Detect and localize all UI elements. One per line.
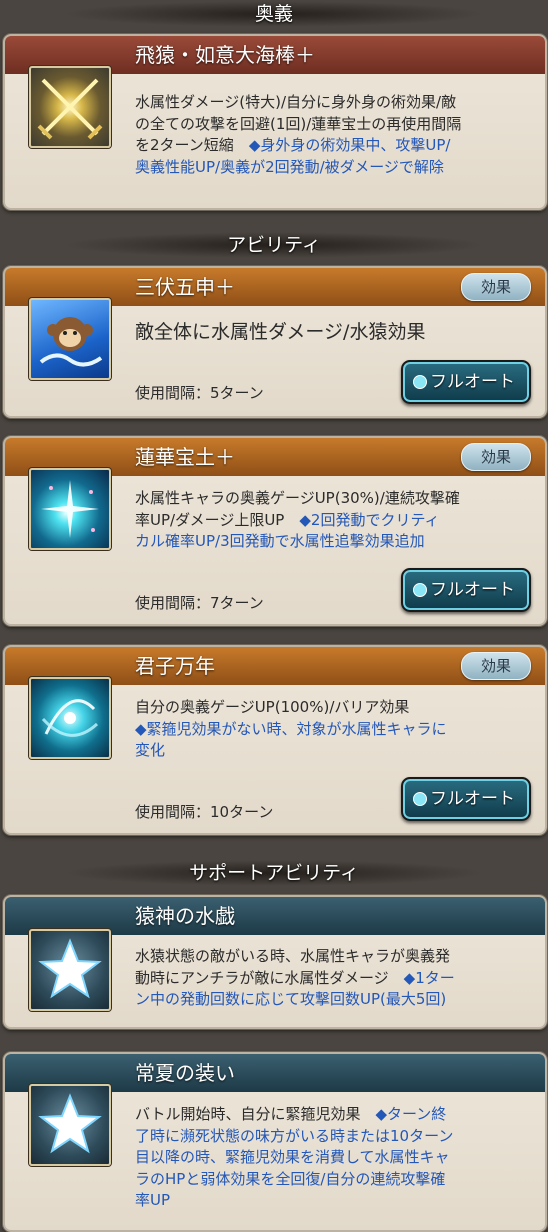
support-desc-note: ◆ターン終 xyxy=(375,1105,447,1123)
star-icon xyxy=(29,1084,111,1166)
ability-description: 自分の奥義ゲージUP(100%)/バリア効果 ◆緊箍児効果がない時、対象が水属性… xyxy=(135,697,525,762)
ability-card-1: 三伏五申＋ 効果 敵全体に水属性ダメージ/水猿効果 使用間隔：5ターン フルオー… xyxy=(3,266,547,418)
ability-desc-line: 水属性キャラの奥義ゲージUP(30%)/連続攻撃確 xyxy=(135,489,460,507)
water-swirl-icon xyxy=(29,677,111,759)
support-desc-note: 了時に瀕死状態の味方がいる時または10ターン xyxy=(135,1126,454,1145)
effect-button[interactable]: 効果 xyxy=(461,443,531,471)
support-desc-note: ◆1ター xyxy=(403,968,455,987)
ougi-card: 飛猿・如意大海棒＋ 水属性ダメージ(特大)/自分に身外身の術効果/敵 の全ての攻… xyxy=(3,34,547,210)
section-title: アビリティ xyxy=(227,234,321,256)
support-description: バトル開始時、自分に緊箍児効果 ◆ターン終 了時に瀕死状態の味方がいる時または1… xyxy=(135,1104,525,1212)
section-title: 奥義 xyxy=(254,3,293,25)
effect-button[interactable]: 効果 xyxy=(461,652,531,680)
auto-indicator-icon xyxy=(413,583,427,597)
support-title: 猿神の水戯 xyxy=(135,904,235,928)
full-auto-label: フルオート xyxy=(430,789,515,809)
auto-indicator-icon xyxy=(413,792,427,806)
cooldown-interval: 使用間隔：7ターン xyxy=(135,594,264,612)
support-desc-line: バトル開始時、自分に緊箍児効果 ◆ターン終 xyxy=(135,1104,525,1126)
ability-desc-line: 自分の奥義ゲージUP(100%)/バリア効果 xyxy=(135,698,410,716)
ability-desc-note: 変化 xyxy=(135,741,166,759)
ability-description: 敵全体に水属性ダメージ/水猿効果 xyxy=(135,321,426,343)
support-desc-note: 率UP xyxy=(135,1191,171,1209)
support-desc-note: 目以降の時、緊箍児効果を消費して水属性キャ xyxy=(135,1148,450,1166)
ability-desc-line: 率UP/ダメージ上限UP ◆2回発動でクリティ xyxy=(135,510,525,532)
support-desc-note: ラのHPと弱体効果を全回復/自分の連続攻撃確 xyxy=(135,1169,446,1188)
sparkle-burst-icon xyxy=(29,468,111,550)
ougi-desc-line: を2ターン短縮 ◆身外身の術効果中、攻撃UP/ xyxy=(135,135,525,157)
ability-title: 蓮華宝土＋ xyxy=(135,445,235,469)
ougi-desc-note: ◆身外身の術効果中、攻撃UP/ xyxy=(248,136,451,154)
auto-indicator-icon xyxy=(413,375,427,389)
ability-desc-note: ◆2回発動でクリティ xyxy=(299,510,440,529)
ability-description: 水属性キャラの奥義ゲージUP(30%)/連続攻撃確 率UP/ダメージ上限UP ◆… xyxy=(135,488,525,553)
cooldown-interval: 使用間隔：5ターン xyxy=(135,384,264,402)
ability-title: 君子万年 xyxy=(135,654,215,678)
section-header-ability: アビリティ xyxy=(0,231,548,259)
section-title: サポートアビリティ xyxy=(189,862,359,884)
support-card-2: 常夏の装い バトル開始時、自分に緊箍児効果 ◆ターン終 了時に瀕死状態の味方がい… xyxy=(3,1052,547,1232)
ougi-title: 飛猿・如意大海棒＋ xyxy=(135,43,315,67)
crossed-swords-icon xyxy=(29,66,111,148)
effect-button[interactable]: 効果 xyxy=(461,273,531,301)
support-desc-text: 動時にアンチラが敵に水属性ダメージ xyxy=(135,968,389,987)
ability-desc-note: カル確率UP/3回発動で水属性追撃効果追加 xyxy=(135,532,425,550)
cooldown-interval: 使用間隔：10ターン xyxy=(135,803,274,821)
support-desc-note: ン中の発動回数に応じて攻撃回数UP(最大5回) xyxy=(135,990,447,1008)
ability-desc-note: ◆緊箍児効果がない時、対象が水属性キャラに xyxy=(135,719,447,738)
ability-desc-text: 率UP/ダメージ上限UP xyxy=(135,510,285,529)
monkey-icon xyxy=(29,298,111,380)
star-icon xyxy=(29,929,111,1011)
support-desc-line: 水猿状態の敵がいる時、水属性キャラが奥義発 xyxy=(135,947,451,965)
ability-card-2: 蓮華宝土＋ 効果 水属性キャラの奥義ゲージUP(30%)/連続攻撃確 率UP/ダ… xyxy=(3,436,547,626)
section-header-support: サポートアビリティ xyxy=(0,859,548,887)
ability-title: 三伏五申＋ xyxy=(135,275,235,299)
full-auto-label: フルオート xyxy=(430,372,515,392)
ougi-desc-note: 奥義性能UP/奥義が2回発動/被ダメージで解除 xyxy=(135,157,444,176)
ougi-desc-text: を2ターン短縮 xyxy=(135,136,234,154)
ability-card-3: 君子万年 効果 自分の奥義ゲージUP(100%)/バリア効果 ◆緊箍児効果がない… xyxy=(3,645,547,835)
full-auto-button[interactable]: フルオート xyxy=(401,568,531,612)
ougi-desc-line: 水属性ダメージ(特大)/自分に身外身の術効果/敵 xyxy=(135,93,457,111)
support-description: 水猿状態の敵がいる時、水属性キャラが奥義発 動時にアンチラが敵に水属性ダメージ … xyxy=(135,946,525,1011)
ougi-desc-line: の全ての攻撃を回避(1回)/蓮華宝士の再使用間隔 xyxy=(135,114,462,133)
support-desc-line: 動時にアンチラが敵に水属性ダメージ ◆1ター xyxy=(135,968,525,990)
ougi-description: 水属性ダメージ(特大)/自分に身外身の術効果/敵 の全ての攻撃を回避(1回)/蓮… xyxy=(135,92,525,178)
support-desc-text: バトル開始時、自分に緊箍児効果 xyxy=(135,1105,361,1123)
full-auto-button[interactable]: フルオート xyxy=(401,360,531,404)
support-title: 常夏の装い xyxy=(135,1061,235,1085)
full-auto-button[interactable]: フルオート xyxy=(401,777,531,821)
full-auto-label: フルオート xyxy=(430,580,515,600)
section-header-ougi: 奥義 xyxy=(0,0,548,28)
support-card-1: 猿神の水戯 水猿状態の敵がいる時、水属性キャラが奥義発 動時にアンチラが敵に水属… xyxy=(3,895,547,1029)
